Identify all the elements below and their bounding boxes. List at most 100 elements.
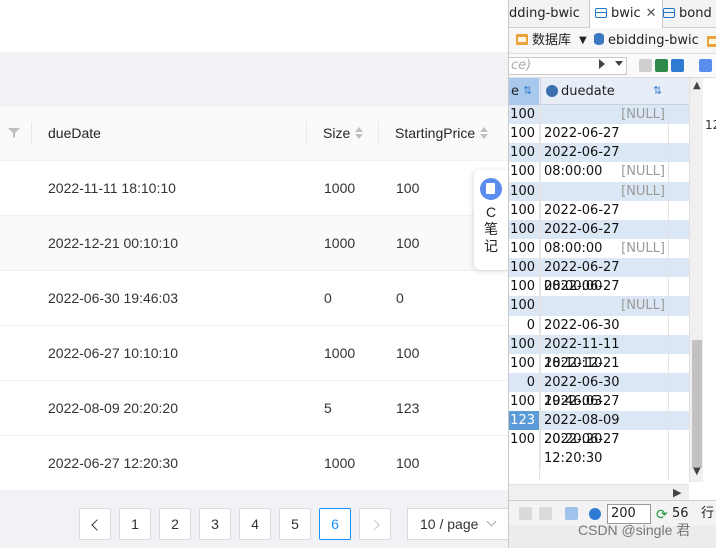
breadcrumb-schema[interactable]: ebidding-bwic (594, 28, 699, 54)
table-row[interactable]: 2022-12-21 00:10:10 1000 100 (0, 216, 508, 271)
chevron-right-icon (367, 519, 380, 531)
note-icon (480, 178, 502, 200)
watermark: CSDN @single 君 (578, 522, 691, 538)
filter-settings-icon[interactable] (655, 59, 668, 72)
grid-cell-a[interactable]: 100 (509, 220, 539, 239)
tab-bwic[interactable]: bwic ✕ (589, 0, 663, 28)
vertical-scrollbar[interactable]: ▲ ▼ (689, 78, 703, 482)
column-header-startingprice[interactable]: StartingPrice (395, 106, 489, 161)
prev-page-button[interactable] (79, 508, 111, 540)
column-separator (378, 122, 379, 144)
tab-dding-bwic[interactable]: dding-bwic (509, 0, 580, 28)
grid-cell-a[interactable]: 0 (509, 316, 539, 335)
grid-row[interactable]: 100 2022-11-11 18:10:10 (509, 334, 689, 373)
next-page-button[interactable] (359, 508, 391, 540)
play-icon[interactable] (599, 59, 605, 69)
sort-icon[interactable]: ⇅ (523, 85, 535, 97)
link-icon[interactable] (699, 59, 712, 72)
tab-bond[interactable]: bond (661, 0, 712, 28)
grid-row[interactable]: 100 [NULL] (509, 162, 689, 182)
grid-row[interactable]: 0 2022-06-30 19:46:03 (509, 372, 689, 411)
grid-column-header-a[interactable]: e ⇅ (509, 78, 539, 105)
horizontal-scrollbar[interactable]: ▶ (509, 484, 689, 500)
grid-row[interactable]: 1002022-06-27 08:00:00 (509, 277, 689, 316)
grid-cell-a[interactable]: 100 (509, 105, 539, 124)
scroll-up-icon[interactable]: ▲ (693, 80, 701, 91)
grid-row[interactable]: 1002022-06-27 08:00:00 (509, 124, 689, 163)
page-button[interactable]: 4 (239, 508, 271, 540)
page-button[interactable]: 2 (159, 508, 191, 540)
sort-icon[interactable] (355, 127, 364, 139)
grid-row[interactable]: 100 [NULL] (509, 296, 689, 316)
grid-row[interactable]: 1002022-06-27 10:10:10 (509, 392, 689, 431)
sort-icon[interactable] (480, 127, 489, 139)
grid-cell-duedate[interactable]: [NULL] (540, 162, 669, 182)
eraser-icon[interactable] (639, 59, 652, 72)
result-grid: e⇅ duedate⇅ 100[NULL]1002022-06-27 08:00… (509, 78, 689, 469)
grid-cell-a[interactable]: 100 (509, 354, 539, 373)
grid-cell-a[interactable]: 100 (509, 162, 539, 181)
table-row[interactable]: 2022-06-27 12:20:30 1000 100 (0, 436, 508, 491)
column-header-duedate[interactable]: dueDate (48, 106, 101, 161)
history-dropdown-icon[interactable] (615, 61, 623, 66)
grid-row[interactable]: 02022-06-30 19:34:13 (509, 315, 689, 354)
cell-size: 1000 (324, 455, 356, 471)
dropdown-arrow-icon[interactable]: ▼ (579, 28, 587, 54)
filter-input[interactable]: ce) (509, 57, 627, 75)
grid-cell-a[interactable]: 100 (509, 392, 539, 411)
grid-cell-duedate[interactable]: 2022-06-27 12:20:30 (540, 430, 669, 469)
grid-cell-a[interactable]: 100 (509, 124, 539, 143)
grid-column-header-duedate[interactable]: duedate ⇅ (540, 78, 669, 105)
page-size-select[interactable]: 10 / page (407, 508, 508, 540)
cell-size: 0 (324, 290, 332, 306)
table-row[interactable]: 2022-11-11 18:10:10 1000 100 (0, 161, 508, 216)
grid-row[interactable]: 100 [NULL] (509, 181, 689, 201)
table-row[interactable]: 2022-06-27 10:10:10 1000 100 (0, 326, 508, 381)
grid-cell-a[interactable]: 100 (509, 182, 539, 201)
grid-cell-duedate[interactable]: [NULL] (540, 105, 669, 124)
table-row[interactable]: 2022-06-30 19:46:03 0 0 (0, 271, 508, 326)
sort-icon[interactable]: ⇅ (653, 85, 665, 97)
breadcrumb-database[interactable]: 数据库 (516, 28, 571, 54)
grid-cell-a[interactable]: 100 (509, 143, 539, 162)
grid-row[interactable]: 1002022-06-27 08:00:00 (509, 200, 689, 239)
grid-cell-duedate[interactable]: [NULL] (540, 296, 669, 316)
grid-row[interactable]: 1002022-12-21 00:10:10 (509, 353, 689, 392)
page-button[interactable]: 1 (119, 508, 151, 540)
filter-icon[interactable] (8, 127, 20, 139)
scrollbar-thumb[interactable] (692, 340, 702, 468)
grid-cell-a[interactable]: 100 (509, 430, 539, 449)
grid-row[interactable]: 100 [NULL] (509, 105, 689, 125)
grid-row[interactable]: 1002022-06-27 08:00:00 (509, 143, 689, 182)
page-button-current[interactable]: 6 (319, 508, 351, 540)
note-widget[interactable]: C 笔 记 (474, 170, 508, 270)
grid-cell-a[interactable]: 100 (509, 239, 539, 258)
export-icon[interactable] (519, 507, 532, 520)
grid-row[interactable]: 1002022-06-27 08:00:00 (509, 258, 689, 297)
page-button[interactable]: 5 (279, 508, 311, 540)
grid-cell-a[interactable]: 100 (509, 335, 539, 354)
gear-icon[interactable] (589, 508, 601, 520)
grid-cell-a[interactable]: 123 (509, 411, 539, 431)
database-icon[interactable] (707, 36, 716, 47)
grid-row[interactable]: 1002022-06-27 08:00:00 (509, 219, 689, 258)
grid-cell-a[interactable]: 0 (509, 373, 539, 392)
grid-row[interactable]: 100 [NULL] (509, 238, 689, 258)
close-icon[interactable]: ✕ (646, 6, 657, 21)
page-button[interactable]: 3 (199, 508, 231, 540)
grid-cell-a[interactable]: 100 (509, 201, 539, 220)
grid-row[interactable]: 123 2022-08-09 20:20:20 (509, 411, 689, 450)
grid-row[interactable]: 100 2022-06-27 12:20:30 (509, 430, 689, 469)
grid-cell-a[interactable]: 100 (509, 296, 539, 315)
grid-cell-a[interactable]: 100 (509, 277, 539, 296)
table-row[interactable]: 2022-08-09 20:20:20 5 123 (0, 381, 508, 436)
grid-cell-a[interactable]: 100 (509, 258, 539, 277)
scroll-right-icon[interactable]: ▶ (673, 486, 681, 499)
scroll-down-icon[interactable]: ▼ (693, 466, 701, 477)
grid-cell-duedate[interactable]: [NULL] (540, 181, 669, 201)
upload-icon[interactable] (565, 507, 578, 520)
column-header-size[interactable]: Size (323, 106, 364, 161)
filter-config-icon[interactable] (671, 59, 684, 72)
layout-icon[interactable] (539, 507, 552, 520)
grid-cell-duedate[interactable]: [NULL] (540, 238, 669, 258)
